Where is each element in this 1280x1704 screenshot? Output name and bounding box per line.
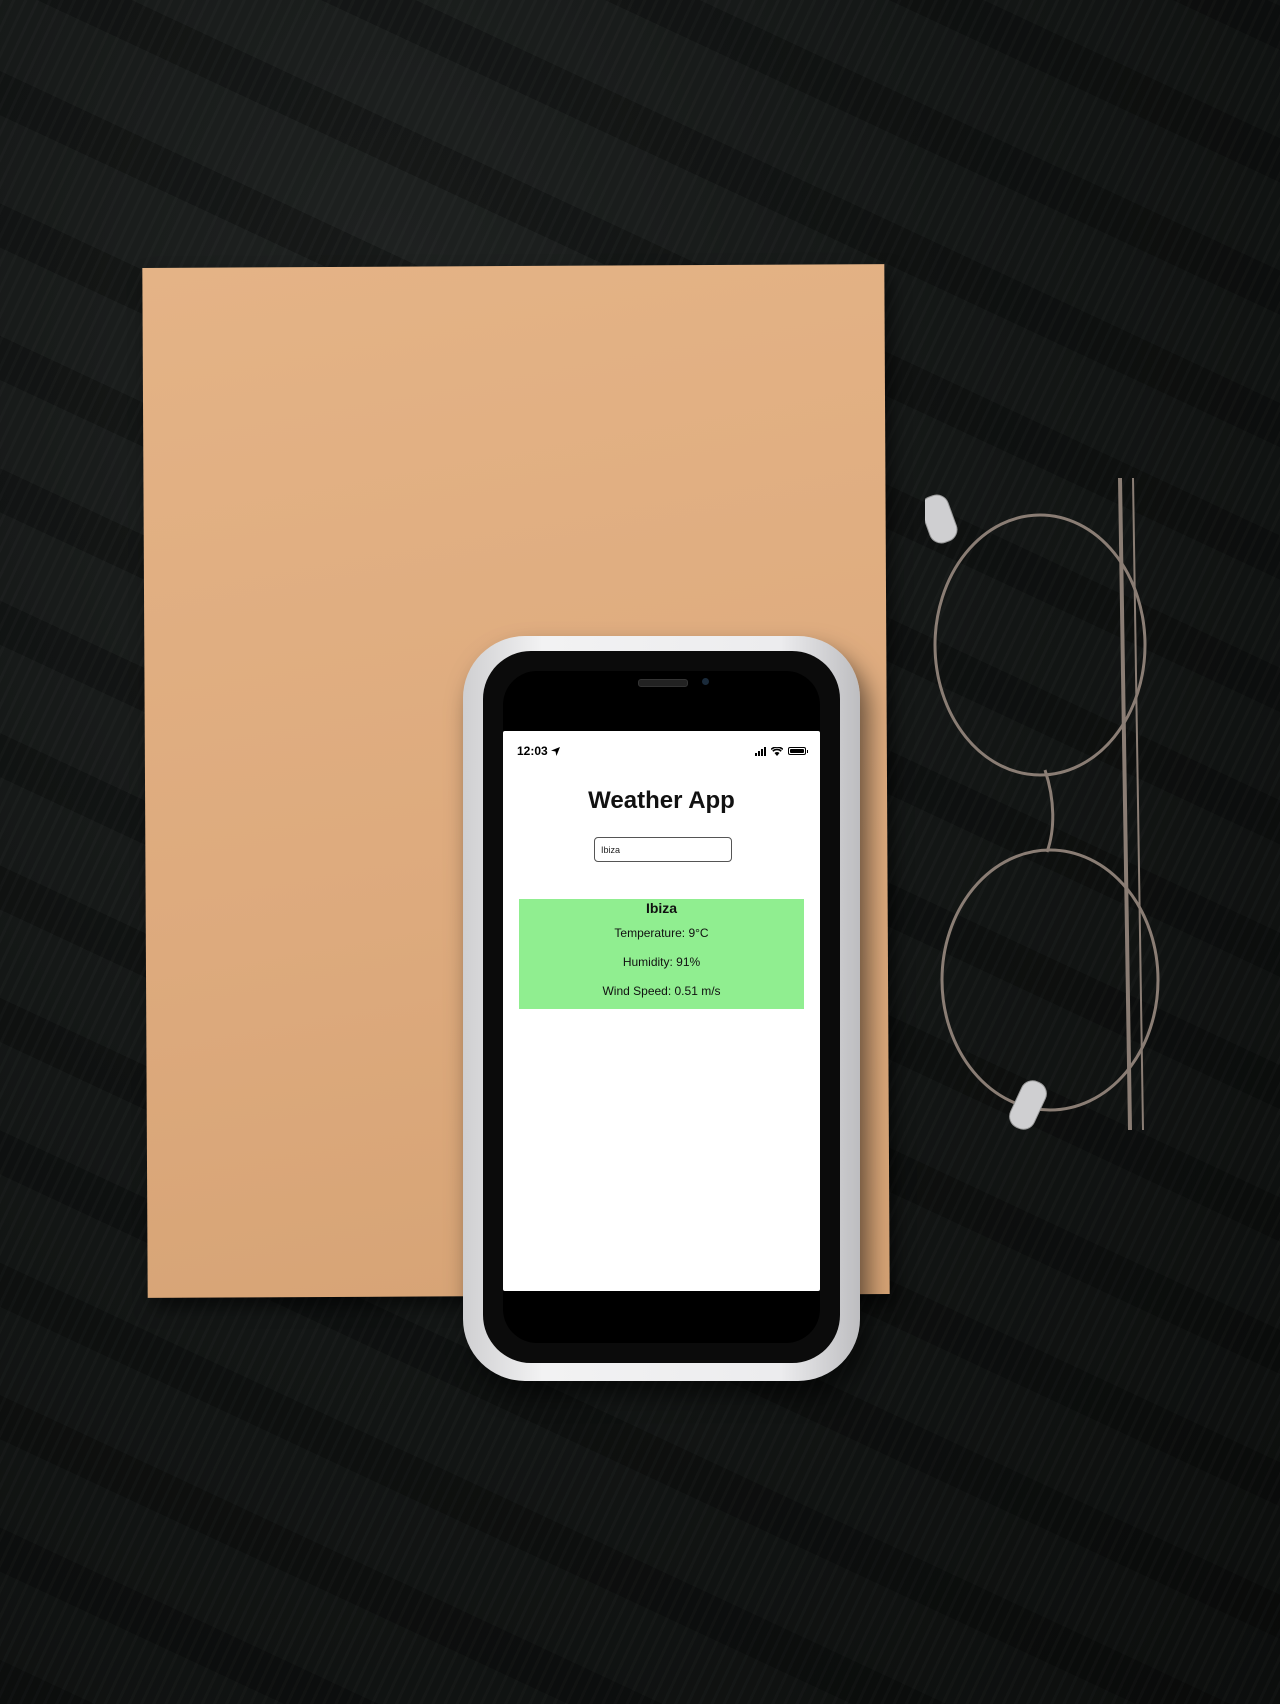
status-time: 12:03 xyxy=(517,744,548,758)
location-arrow-icon xyxy=(550,746,560,756)
app-display: 12:03 Weather App Ibiza Ibiza Temperatur… xyxy=(503,731,820,1291)
weather-card: Ibiza Temperature: 9°C Humidity: 91% Win… xyxy=(519,899,804,1009)
city-name: Ibiza xyxy=(645,900,678,916)
status-left: 12:03 xyxy=(517,744,560,758)
wifi-icon xyxy=(771,746,783,756)
phone-notch xyxy=(578,671,748,699)
phone-case: 12:03 Weather App Ibiza Ibiza Temperatur… xyxy=(463,636,860,1381)
battery-icon xyxy=(788,747,808,755)
phone-body: 12:03 Weather App Ibiza Ibiza Temperatur… xyxy=(483,651,840,1363)
wind-speed-text: Wind Speed: 0.51 m/s xyxy=(602,984,721,998)
cellular-signal-icon xyxy=(755,746,766,756)
status-bar: 12:03 xyxy=(517,741,808,761)
earpiece-speaker xyxy=(638,679,688,687)
phone-screen: 12:03 Weather App Ibiza Ibiza Temperatur… xyxy=(503,671,820,1343)
humidity-text: Humidity: 91% xyxy=(622,955,701,969)
status-right xyxy=(755,746,808,756)
temperature-text: Temperature: 9°C xyxy=(614,926,709,940)
front-camera xyxy=(702,678,709,685)
city-search-input[interactable] xyxy=(594,837,732,862)
app-title: Weather App xyxy=(588,787,735,814)
eyeglasses xyxy=(925,477,1160,1131)
